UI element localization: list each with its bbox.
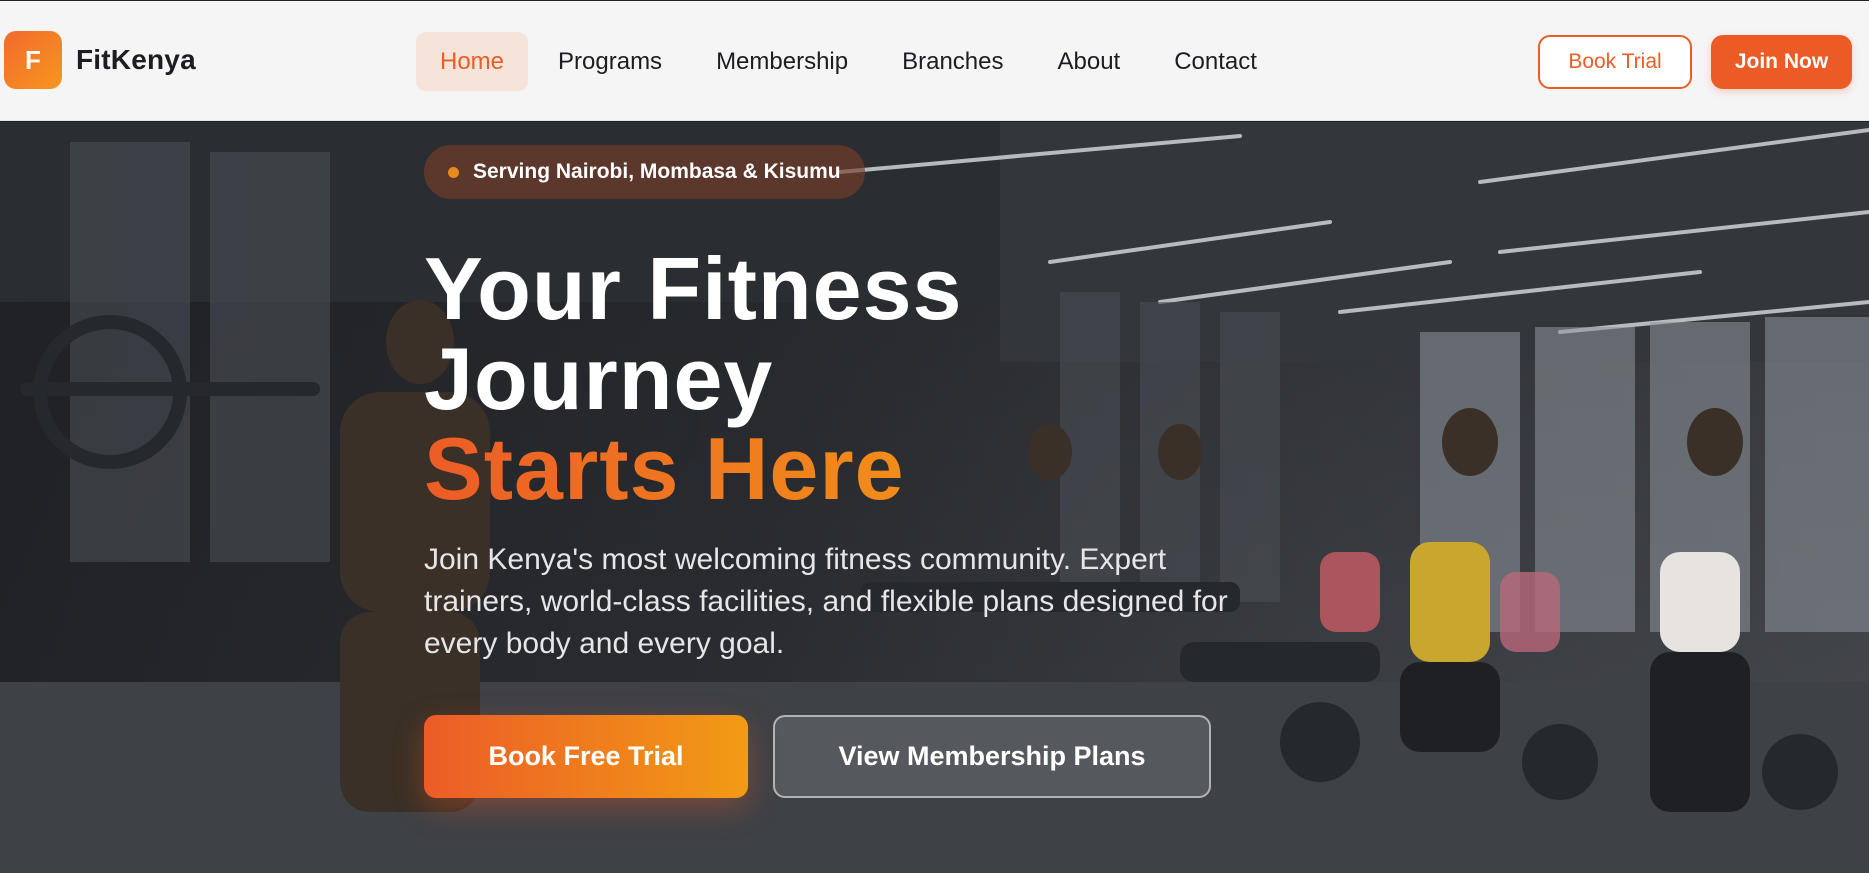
book-free-trial-button[interactable]: Book Free Trial: [424, 715, 748, 798]
nav-item-about[interactable]: About: [1034, 32, 1145, 91]
nav-item-contact[interactable]: Contact: [1150, 32, 1281, 91]
brand-logo[interactable]: F FitKenya: [4, 31, 196, 89]
headline-accent: Starts Here: [424, 424, 962, 514]
nav-item-membership[interactable]: Membership: [692, 32, 872, 91]
badge-dot-icon: [448, 166, 459, 178]
view-membership-plans-button[interactable]: View Membership Plans: [773, 715, 1211, 798]
book-trial-button[interactable]: Book Trial: [1538, 35, 1692, 89]
headline-line-1: Your Fitness: [424, 239, 963, 338]
main-nav: Home Programs Membership Branches About …: [416, 32, 1287, 91]
nav-item-home[interactable]: Home: [416, 32, 529, 91]
hero-section: Serving Nairobi, Mombasa & Kisumu Your F…: [0, 122, 1869, 873]
hero-description: Join Kenya's most welcoming fitness comm…: [424, 543, 1228, 660]
logo-icon: F: [4, 31, 62, 89]
nav-item-branches[interactable]: Branches: [878, 32, 1027, 91]
nav-item-programs[interactable]: Programs: [534, 32, 686, 91]
badge-text: Serving Nairobi, Mombasa & Kisumu: [473, 160, 841, 183]
site-header: F FitKenya Home Programs Membership Bran…: [0, 1, 1869, 121]
hero-headline: Your Fitness Journey Starts Here: [424, 244, 962, 514]
headline-line-2: Journey: [424, 329, 774, 428]
locations-badge: Serving Nairobi, Mombasa & Kisumu: [424, 145, 865, 199]
join-now-button[interactable]: Join Now: [1711, 35, 1852, 89]
brand-name: FitKenya: [76, 44, 196, 75]
